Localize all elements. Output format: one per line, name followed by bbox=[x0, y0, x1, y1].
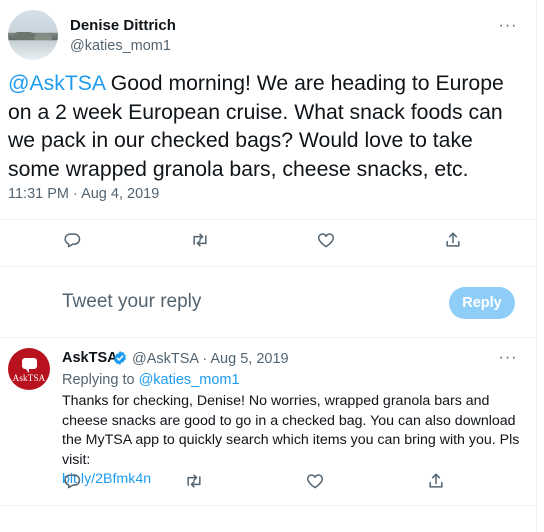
more-options-icon[interactable]: ··· bbox=[498, 348, 518, 368]
replying-to-handle[interactable]: @katies_mom1 bbox=[139, 372, 240, 388]
divider bbox=[0, 219, 536, 220]
tweet-timestamp[interactable]: 11:31 PM · Aug 4, 2019 bbox=[8, 186, 159, 202]
reply-icon[interactable] bbox=[60, 469, 84, 493]
author-handle[interactable]: @katies_mom1 bbox=[70, 38, 171, 54]
reply-input[interactable]: Tweet your reply bbox=[62, 291, 201, 313]
reply-body: Thanks for checking, Denise! No worries,… bbox=[62, 393, 520, 468]
share-icon[interactable] bbox=[441, 228, 465, 252]
verified-badge-icon bbox=[112, 350, 128, 366]
like-icon[interactable] bbox=[314, 228, 338, 252]
avatar-logo-text: AskTSA bbox=[12, 372, 46, 383]
replying-to-label: Replying to bbox=[62, 372, 139, 388]
tweet-thread-panel: Denise Dittrich @katies_mom1 ··· @AskTSA… bbox=[0, 0, 537, 532]
like-icon[interactable] bbox=[303, 469, 327, 493]
speech-bubble-icon bbox=[21, 357, 37, 373]
author-avatar[interactable] bbox=[8, 10, 58, 60]
more-options-icon[interactable]: ··· bbox=[498, 16, 518, 36]
divider bbox=[0, 337, 536, 338]
share-icon[interactable] bbox=[424, 469, 448, 493]
reply-text: Thanks for checking, Denise! No worries,… bbox=[62, 392, 524, 490]
retweet-icon[interactable] bbox=[188, 228, 212, 252]
reply-icon[interactable] bbox=[60, 228, 84, 252]
reply-author-name[interactable]: AskTSA bbox=[62, 350, 118, 366]
replying-to: Replying to @katies_mom1 bbox=[62, 372, 240, 388]
reply-handle-date[interactable]: @AskTSA · Aug 5, 2019 bbox=[132, 351, 289, 367]
tweet-text: @AskTSA Good morning! We are heading to … bbox=[8, 70, 528, 184]
reply-button[interactable]: Reply bbox=[449, 287, 515, 319]
retweet-icon[interactable] bbox=[182, 469, 206, 493]
divider bbox=[0, 505, 536, 506]
asktsa-avatar[interactable]: AskTSA bbox=[8, 348, 50, 390]
author-name[interactable]: Denise Dittrich bbox=[70, 17, 176, 34]
divider bbox=[0, 266, 536, 267]
mention-link[interactable]: @AskTSA bbox=[8, 72, 105, 95]
